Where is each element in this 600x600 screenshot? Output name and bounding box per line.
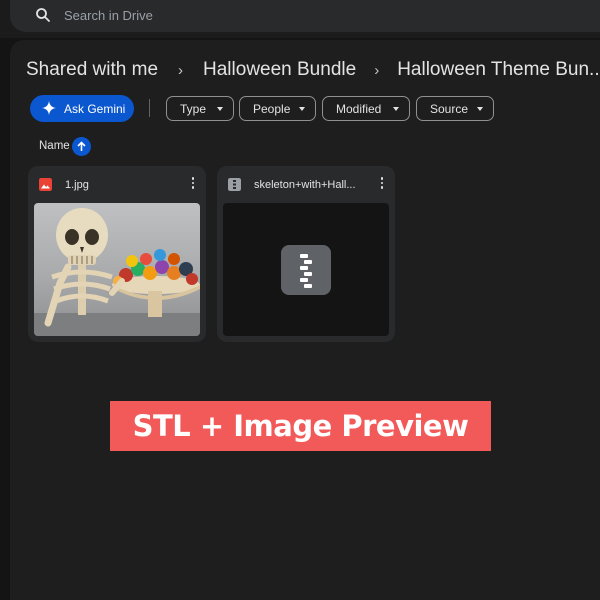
- image-file-icon: [39, 178, 52, 191]
- caret-down-icon: [299, 107, 305, 111]
- filter-chip-source[interactable]: Source: [416, 96, 494, 121]
- divider: [149, 99, 150, 117]
- file-card-stl[interactable]: skeleton+with+Hall...: [217, 166, 395, 342]
- caret-down-icon: [477, 107, 483, 111]
- chip-label: Source: [430, 102, 469, 116]
- filter-chip-people[interactable]: People: [239, 96, 316, 121]
- search-bar[interactable]: Search in Drive: [10, 0, 600, 32]
- file-card-image[interactable]: 1.jpg: [28, 166, 206, 342]
- breadcrumb-item-current[interactable]: Halloween Theme Bun...: [397, 59, 600, 81]
- breadcrumb-item-bundle[interactable]: Halloween Bundle: [203, 59, 356, 81]
- zip-file-large-icon: [281, 245, 331, 295]
- breadcrumb: Shared with me › Halloween Bundle › Hall…: [26, 58, 600, 82]
- search-icon[interactable]: [35, 7, 51, 23]
- card-header: 1.jpg: [28, 166, 206, 202]
- filter-chip-type[interactable]: Type: [166, 96, 234, 121]
- more-options-icon[interactable]: [377, 177, 387, 191]
- breadcrumb-item-shared[interactable]: Shared with me: [26, 59, 158, 81]
- top-bar: Search in Drive: [0, 0, 600, 38]
- chip-label: People: [253, 102, 291, 116]
- ask-gemini-label: Ask Gemini: [64, 102, 126, 116]
- file-name: skeleton+with+Hall...: [254, 179, 356, 191]
- file-name: 1.jpg: [65, 179, 89, 191]
- skeleton-photo-illustration: [34, 208, 200, 336]
- sort-name-label[interactable]: Name: [39, 140, 70, 152]
- breadcrumb-chevron-icon: ›: [374, 61, 380, 79]
- caret-down-icon: [217, 107, 223, 111]
- search-input[interactable]: Search in Drive: [64, 8, 153, 23]
- ask-gemini-button[interactable]: Ask Gemini: [30, 95, 134, 122]
- promo-banner: STL + Image Preview: [110, 401, 491, 451]
- chip-label: Type: [180, 102, 207, 116]
- chip-label: Modified: [336, 102, 382, 116]
- sparkle-icon: [42, 101, 56, 115]
- caret-down-icon: [393, 107, 399, 111]
- file-thumbnail[interactable]: [223, 203, 389, 336]
- card-header: skeleton+with+Hall...: [217, 166, 395, 202]
- filter-chip-modified[interactable]: Modified: [322, 96, 410, 121]
- breadcrumb-chevron-icon: ›: [178, 61, 184, 79]
- arrow-up-icon: [77, 141, 86, 151]
- more-options-icon[interactable]: [188, 177, 198, 191]
- zip-file-icon: [228, 178, 241, 191]
- sort-ascending-button[interactable]: [72, 137, 91, 156]
- image-thumbnail[interactable]: [34, 203, 200, 336]
